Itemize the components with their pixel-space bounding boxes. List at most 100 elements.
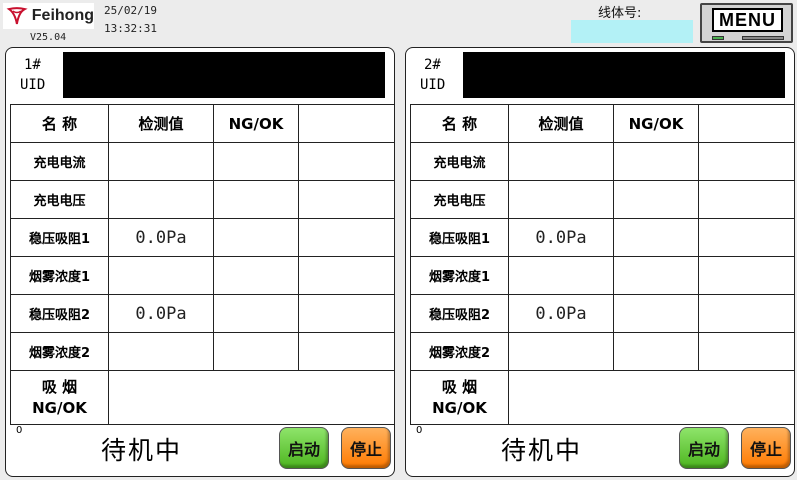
header-value: 检测值 bbox=[508, 104, 614, 143]
row-value: 0.0Pa bbox=[108, 294, 214, 333]
row-extra bbox=[298, 180, 395, 219]
row-value: 0.0Pa bbox=[108, 218, 214, 257]
uid-display bbox=[63, 52, 385, 98]
row-value bbox=[108, 256, 214, 295]
table-row: 烟雾浓度2 bbox=[10, 332, 395, 371]
row-extra bbox=[298, 142, 395, 181]
header-value: 检测值 bbox=[108, 104, 214, 143]
menu-label: MENU bbox=[712, 8, 783, 32]
feihong-logo-icon bbox=[6, 7, 28, 25]
table-header-row: 名 称 检测值 NG/OK bbox=[410, 104, 795, 143]
row-extra bbox=[298, 256, 395, 295]
row-extra bbox=[698, 332, 795, 371]
row-extra bbox=[298, 218, 395, 257]
table-row: 充电电流 bbox=[10, 142, 395, 181]
row-name: 烟雾浓度2 bbox=[410, 332, 509, 371]
row-result bbox=[213, 294, 299, 333]
row-name: 充电电流 bbox=[10, 142, 109, 181]
table-row: 充电电压 bbox=[410, 180, 795, 219]
header-name: 名 称 bbox=[410, 104, 509, 143]
led-indicator-icon bbox=[712, 36, 724, 40]
row-extra bbox=[698, 218, 795, 257]
smoke-result-label: 吸 烟 NG/OK bbox=[410, 370, 509, 425]
row-extra bbox=[298, 294, 395, 333]
start-button[interactable]: 启动 bbox=[679, 427, 729, 469]
row-name: 烟雾浓度1 bbox=[10, 256, 109, 295]
row-name: 烟雾浓度1 bbox=[410, 256, 509, 295]
station-panel-1: 1# UID 名 称 检测值 NG/OK 充电电流 充电电压 稳压吸阻1 0.0… bbox=[5, 47, 395, 477]
counter-value: 0 bbox=[16, 425, 23, 436]
test-results-table: 名 称 检测值 NG/OK 充电电流 充电电压 稳压吸阻1 0.0Pa 烟雾浓度… bbox=[410, 104, 795, 425]
header-name: 名 称 bbox=[10, 104, 109, 143]
table-row: 稳压吸阻2 0.0Pa bbox=[10, 294, 395, 333]
row-name: 充电电流 bbox=[410, 142, 509, 181]
row-result bbox=[613, 142, 699, 181]
row-value bbox=[108, 332, 214, 371]
row-result bbox=[613, 332, 699, 371]
uid-label: UID bbox=[20, 77, 46, 93]
row-extra bbox=[698, 294, 795, 333]
row-extra bbox=[298, 332, 395, 371]
station-number: 1# bbox=[24, 57, 41, 73]
row-value bbox=[508, 180, 614, 219]
stop-button[interactable]: 停止 bbox=[341, 427, 391, 469]
smoke-label-line2: NG/OK bbox=[32, 398, 87, 417]
date-display: 25/02/19 bbox=[104, 4, 157, 17]
row-extra bbox=[698, 256, 795, 295]
row-value bbox=[108, 180, 214, 219]
row-value: 0.0Pa bbox=[508, 218, 614, 257]
uid-display bbox=[463, 52, 785, 98]
status-text: 待机中 bbox=[101, 436, 183, 465]
row-value: 0.0Pa bbox=[508, 294, 614, 333]
smoke-label-line2: NG/OK bbox=[432, 398, 487, 417]
line-number-label: 线体号: bbox=[598, 6, 642, 21]
row-name: 稳压吸阻1 bbox=[410, 218, 509, 257]
row-result bbox=[613, 218, 699, 257]
row-extra bbox=[698, 180, 795, 219]
row-name: 烟雾浓度2 bbox=[10, 332, 109, 371]
row-result bbox=[213, 218, 299, 257]
header-ngok: NG/OK bbox=[613, 104, 699, 143]
stop-button[interactable]: 停止 bbox=[741, 427, 791, 469]
header-extra bbox=[698, 104, 795, 143]
software-version: V25.04 bbox=[30, 32, 67, 43]
row-name: 稳压吸阻1 bbox=[10, 218, 109, 257]
table-row: 烟雾浓度1 bbox=[10, 256, 395, 295]
table-row: 烟雾浓度2 bbox=[410, 332, 795, 371]
table-row: 充电电压 bbox=[10, 180, 395, 219]
counter-value: 0 bbox=[416, 425, 423, 436]
row-result bbox=[613, 180, 699, 219]
smoke-label-line1: 吸 烟 bbox=[41, 377, 78, 396]
row-result bbox=[613, 256, 699, 295]
table-header-row: 名 称 检测值 NG/OK bbox=[10, 104, 395, 143]
menu-button[interactable]: MENU bbox=[700, 3, 793, 43]
row-extra bbox=[698, 142, 795, 181]
smoke-result-value bbox=[508, 370, 795, 425]
line-number-input[interactable] bbox=[571, 20, 693, 43]
brand-name: Feihong bbox=[31, 7, 94, 24]
row-result bbox=[213, 142, 299, 181]
row-result bbox=[213, 256, 299, 295]
row-result bbox=[213, 332, 299, 371]
header-extra bbox=[298, 104, 395, 143]
status-text: 待机中 bbox=[501, 436, 583, 465]
row-value bbox=[508, 142, 614, 181]
start-button[interactable]: 启动 bbox=[279, 427, 329, 469]
row-name: 稳压吸阻2 bbox=[10, 294, 109, 333]
table-row: 稳压吸阻1 0.0Pa bbox=[410, 218, 795, 257]
row-value bbox=[108, 142, 214, 181]
smoke-label-line1: 吸 烟 bbox=[441, 377, 478, 396]
time-display: 13:32:31 bbox=[104, 22, 157, 35]
table-row: 稳压吸阻2 0.0Pa bbox=[410, 294, 795, 333]
row-result bbox=[613, 294, 699, 333]
row-name: 充电电压 bbox=[410, 180, 509, 219]
brand-logo: Feihong bbox=[3, 3, 94, 29]
slot-indicator-icon bbox=[742, 36, 784, 40]
station-panel-2: 2# UID 名 称 检测值 NG/OK 充电电流 充电电压 稳压吸阻1 0.0… bbox=[405, 47, 795, 477]
table-row: 充电电流 bbox=[410, 142, 795, 181]
table-row: 烟雾浓度1 bbox=[410, 256, 795, 295]
uid-label: UID bbox=[420, 77, 446, 93]
smoke-result-row: 吸 烟 NG/OK bbox=[410, 370, 795, 425]
row-result bbox=[213, 180, 299, 219]
row-value bbox=[508, 332, 614, 371]
